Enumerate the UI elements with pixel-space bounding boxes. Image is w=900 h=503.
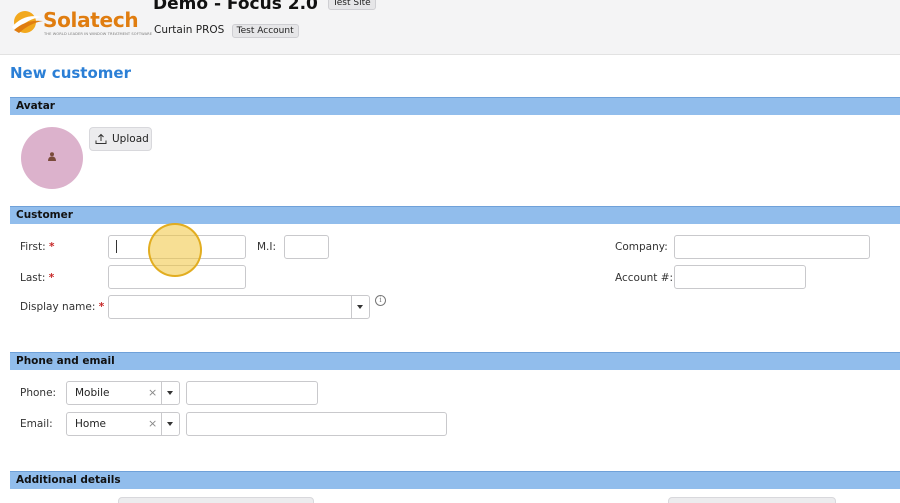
section-header-avatar: Avatar	[10, 97, 900, 115]
chevron-down-icon	[357, 305, 363, 309]
phone-number-input[interactable]	[186, 381, 318, 405]
person-icon	[48, 152, 56, 161]
company-label: Company:	[615, 241, 668, 253]
display-name-label: Display name: *	[20, 301, 105, 313]
email-type-dropdown-toggle[interactable]	[161, 413, 179, 435]
additional-field-right[interactable]	[668, 497, 836, 503]
phone-type-dropdown-toggle[interactable]	[161, 382, 179, 404]
chevron-down-icon	[167, 391, 173, 395]
site-badge: Test Site	[327, 0, 376, 10]
text-cursor	[116, 240, 117, 253]
required-mark: *	[48, 272, 55, 284]
account-line: Curtain PROS Test Account	[154, 24, 299, 38]
account-badge: Test Account	[231, 24, 299, 38]
close-icon[interactable]: ×	[148, 386, 157, 399]
email-address-input[interactable]	[186, 412, 447, 436]
email-type-value: Home	[75, 418, 107, 430]
phone-label: Phone:	[20, 387, 57, 399]
required-mark: *	[48, 241, 55, 253]
additional-field-left[interactable]	[118, 497, 314, 503]
click-indicator	[148, 223, 202, 277]
solatech-logo[interactable]: Solatech THE WORLD LEADER IN WINDOW TREA…	[10, 5, 152, 37]
email-label: Email:	[20, 418, 53, 430]
phone-type-select[interactable]: Mobile ×	[66, 381, 180, 405]
logo-wordmark: Solatech	[43, 8, 139, 32]
phone-type-value: Mobile	[75, 387, 110, 399]
email-type-select[interactable]: Home ×	[66, 412, 180, 436]
close-icon[interactable]: ×	[148, 417, 157, 430]
chevron-down-icon	[167, 422, 173, 426]
upload-button-label: Upload	[112, 133, 149, 145]
account-name: Curtain PROS	[154, 24, 225, 36]
middle-initial-label: M.I:	[257, 241, 277, 253]
required-mark: *	[98, 301, 105, 313]
display-name-dropdown-toggle[interactable]	[351, 296, 369, 318]
site-title: Demo - Focus 2.0 Test Site	[153, 0, 376, 14]
site-name: Demo - Focus 2.0	[153, 0, 318, 14]
middle-initial-input[interactable]	[284, 235, 329, 259]
logo-tagline: THE WORLD LEADER IN WINDOW TREATMENT SOF…	[44, 32, 153, 36]
display-name-select[interactable]	[108, 295, 370, 319]
section-header-phone-email: Phone and email	[10, 352, 900, 370]
page-title: New customer	[10, 64, 131, 82]
info-icon[interactable]: i	[375, 295, 386, 306]
account-number-input[interactable]	[674, 265, 806, 289]
sun-swoosh-icon	[12, 11, 43, 33]
first-name-label: First: *	[20, 241, 55, 253]
app-header: Solatech THE WORLD LEADER IN WINDOW TREA…	[0, 0, 900, 55]
upload-icon	[95, 133, 107, 144]
avatar	[21, 127, 83, 189]
account-number-label: Account #:	[615, 272, 674, 284]
section-header-additional-details: Additional details	[10, 471, 900, 489]
upload-button[interactable]: Upload	[89, 127, 152, 151]
last-name-label: Last: *	[20, 272, 55, 284]
company-input[interactable]	[674, 235, 870, 259]
section-header-customer: Customer	[10, 206, 900, 224]
